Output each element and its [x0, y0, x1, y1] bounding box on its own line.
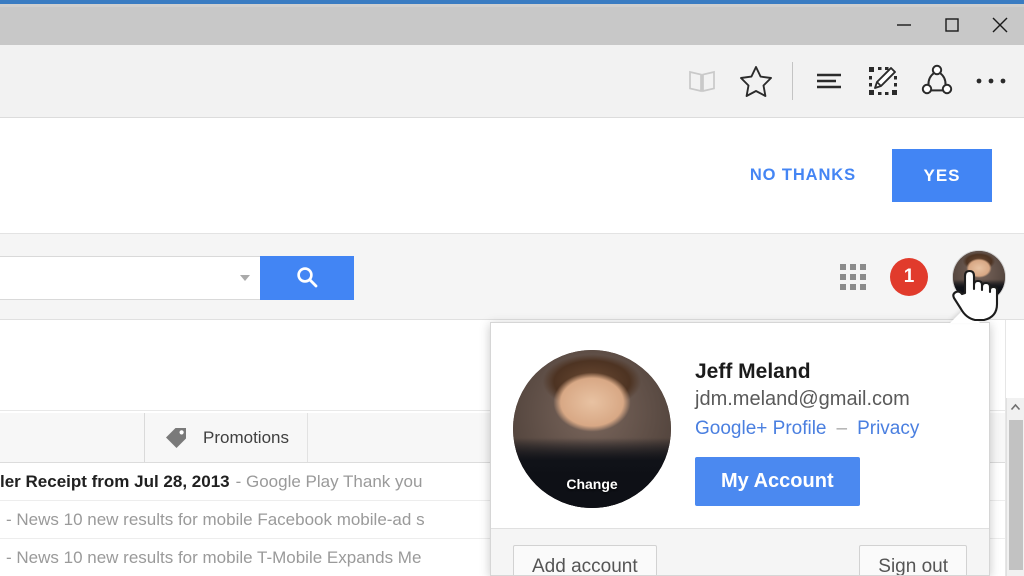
tag-icon: [166, 427, 186, 448]
maximize-button[interactable]: [928, 4, 976, 45]
browser-toolbar-icons: [675, 45, 1018, 117]
search-button[interactable]: [260, 256, 354, 300]
account-links: Google+ Profile – Privacy: [695, 418, 919, 440]
gmail-search: [0, 256, 354, 301]
favorite-star-icon: [740, 66, 772, 97]
vertical-scrollbar[interactable]: [1006, 398, 1024, 576]
close-button[interactable]: [976, 4, 1024, 45]
reading-view-icon: [689, 70, 715, 93]
yes-button[interactable]: YES: [892, 149, 992, 202]
titlebar-highlight: [0, 4, 1024, 7]
minimize-button[interactable]: [880, 4, 928, 45]
mail-snippet: - News 10 new results for mobile Faceboo…: [6, 509, 425, 529]
mail-subject: ler Receipt from Jul 28, 2013: [0, 471, 230, 491]
browser-toolbar: [0, 45, 1024, 118]
avatar-photo: [953, 250, 1005, 303]
add-account-button[interactable]: Add account: [513, 545, 657, 575]
account-name: Jeff Meland: [695, 360, 811, 383]
reading-view-button[interactable]: [675, 45, 729, 117]
window-titlebar[interactable]: [0, 4, 1024, 45]
google-plus-profile-link[interactable]: Google+ Profile: [695, 418, 827, 440]
no-thanks-button[interactable]: NO THANKS: [750, 166, 856, 185]
browser-window: NO THANKS YES 1 Promotions ler Receipt f…: [0, 0, 1024, 576]
my-account-button[interactable]: My Account: [695, 457, 860, 506]
tab-promotions[interactable]: Promotions: [145, 413, 308, 462]
change-photo-label[interactable]: Change: [513, 476, 671, 492]
sign-out-button[interactable]: Sign out: [859, 545, 967, 575]
search-input[interactable]: [0, 257, 220, 301]
account-popup-footer: Add account Sign out: [491, 528, 989, 575]
close-icon: [992, 17, 1008, 32]
account-popup: Change Jeff Meland jdm.meland@gmail.com …: [490, 322, 990, 576]
minimize-icon: [897, 23, 911, 26]
favorite-star-button[interactable]: [729, 45, 783, 117]
account-email: jdm.meland@gmail.com: [695, 388, 910, 410]
search-icon: [297, 267, 318, 288]
privacy-link[interactable]: Privacy: [857, 418, 919, 440]
avatar[interactable]: [952, 249, 1006, 304]
web-note-icon: [869, 67, 897, 95]
tab-cell-primary[interactable]: [0, 413, 145, 462]
search-box: [0, 256, 260, 301]
hub-button[interactable]: [802, 45, 856, 117]
account-popup-pointer: [950, 308, 980, 323]
window-controls: [880, 4, 1024, 45]
promo-banner: NO THANKS YES: [0, 118, 1024, 234]
share-button[interactable]: [910, 45, 964, 117]
more-button[interactable]: [964, 45, 1018, 117]
chevron-up-icon: [1010, 403, 1021, 410]
apps-grid-icon[interactable]: [840, 263, 866, 290]
scrollbar-thumb[interactable]: [1009, 420, 1023, 570]
hub-icon: [817, 73, 841, 89]
maximize-icon: [945, 17, 959, 32]
promo-banner-actions: NO THANKS YES: [750, 118, 992, 233]
mail-snippet: - News 10 new results for mobile T-Mobil…: [6, 547, 422, 567]
toolbar-divider: [792, 62, 793, 100]
account-popup-main: Change Jeff Meland jdm.meland@gmail.com …: [491, 323, 989, 528]
mail-snippet: - Google Play Thank you: [235, 471, 423, 491]
more-icon: [976, 78, 1006, 84]
share-icon: [921, 64, 953, 95]
tab-promotions-label: Promotions: [203, 427, 289, 447]
chevron-down-icon[interactable]: [240, 275, 250, 281]
account-photo[interactable]: Change: [513, 350, 671, 508]
gmail-header-right: 1: [840, 234, 1006, 319]
scroll-up-button[interactable]: [1007, 398, 1024, 416]
link-separator: –: [836, 418, 848, 439]
notification-badge[interactable]: 1: [890, 257, 928, 296]
account-info: Jeff Meland jdm.meland@gmail.com Google+…: [695, 350, 919, 506]
web-note-button[interactable]: [856, 45, 910, 117]
